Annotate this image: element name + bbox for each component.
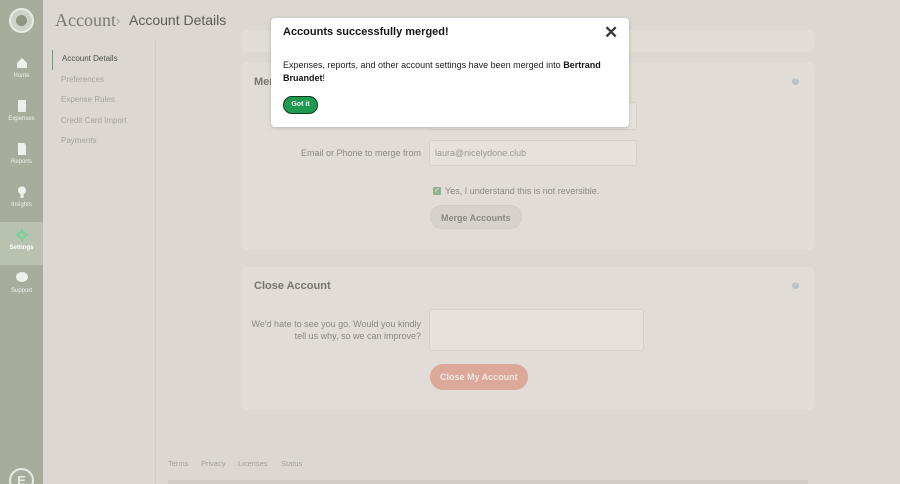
nav-insights[interactable]: Insights — [0, 179, 43, 222]
gear-icon — [15, 228, 28, 242]
confirm-checkbox[interactable]: ✓ — [433, 187, 441, 195]
subnav-expense-rules[interactable]: Expense Rules — [52, 91, 156, 111]
chat-icon — [15, 272, 28, 282]
close-my-account-button[interactable]: Close My Account — [430, 364, 528, 390]
nav-reports[interactable]: Reports — [0, 136, 43, 179]
footer-licenses-link[interactable]: Licenses — [238, 459, 268, 468]
reason-label-line2: tell us why, so we can improve? — [294, 331, 421, 341]
modal-body: Expenses, reports, and other account set… — [283, 59, 613, 84]
email-label: Email or Phone to merge from — [300, 148, 421, 158]
merge-accounts-button[interactable]: Merge Accounts — [430, 205, 522, 229]
nav-support[interactable]: Support — [0, 265, 43, 308]
close-icon[interactable]: ✕ — [604, 23, 618, 43]
nav-label: Home — [13, 73, 30, 79]
nav-expenses[interactable]: Expenses — [0, 93, 43, 136]
divider — [155, 40, 156, 484]
footer-copyright — [168, 480, 808, 484]
got-it-button[interactable]: Got it — [283, 96, 318, 114]
help-icon[interactable]: ? — [792, 78, 799, 85]
footer-privacy-link[interactable]: Privacy — [201, 459, 226, 468]
subnav-credit-card-import[interactable]: Credit Card Import — [52, 112, 156, 132]
modal-body-text: Expenses, reports, and other account set… — [283, 60, 564, 70]
subnav-account-details[interactable]: Account Details — [52, 50, 156, 70]
receipt-icon — [17, 100, 26, 112]
nav-settings[interactable]: Settings — [0, 222, 43, 265]
nav-label: Support — [10, 288, 32, 294]
subnav-preferences[interactable]: Preferences — [52, 71, 156, 91]
card-title: Close Account — [254, 280, 331, 292]
modal-title: Accounts successfully merged! — [283, 26, 449, 38]
merge-success-modal: Accounts successfully merged! ✕ Expenses… — [271, 18, 629, 127]
email-field[interactable]: laura@nicelydone.club — [429, 140, 637, 166]
nav-label: Insights — [11, 202, 32, 208]
user-avatar[interactable] — [9, 8, 34, 33]
lightbulb-icon — [17, 186, 26, 198]
reason-label-line1: We'd hate to see you go. Would you kindl… — [251, 319, 422, 329]
nav-label: Expenses — [8, 116, 35, 122]
modal-body-end: ! — [322, 72, 326, 83]
chevron-right-icon: › — [116, 13, 121, 28]
nav-label: Reports — [10, 159, 32, 165]
footer-status-link[interactable]: Status — [281, 459, 302, 468]
nav-label: Settings — [9, 245, 34, 251]
subnav-payments[interactable]: Payments — [52, 132, 156, 152]
footer-terms-link[interactable]: Terms — [168, 459, 188, 468]
settings-subnav: Account Details Preferences Expense Rule… — [52, 50, 156, 153]
help-icon[interactable]: ? — [792, 282, 799, 289]
brand-logo: E — [9, 468, 34, 484]
home-icon — [16, 58, 27, 68]
avatar-icon — [16, 15, 27, 26]
nav-home[interactable]: Home — [0, 50, 43, 93]
page-title: Account Details — [129, 12, 227, 28]
document-icon — [17, 143, 26, 155]
breadcrumb-root[interactable]: Account — [55, 10, 116, 31]
reason-textarea[interactable] — [429, 309, 644, 351]
left-nav: Home Expenses Reports Insights Settings … — [0, 0, 43, 484]
confirm-label: Yes, I understand this is not reversible… — [445, 186, 600, 196]
close-account-card: Close Account ? We'd hate to see you go.… — [241, 267, 814, 410]
